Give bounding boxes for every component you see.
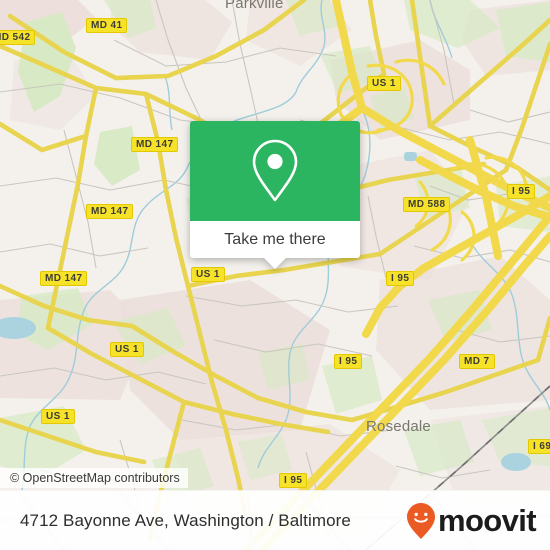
shield-md-588[interactable]: MD 588: [403, 197, 451, 212]
map-screenshot: Parkville Rosedale MD 542 MD 41 US 1 MD …: [0, 0, 550, 550]
shield-i-95-bottom[interactable]: I 95: [279, 473, 308, 488]
shield-us-1-top[interactable]: US 1: [367, 76, 401, 91]
shield-md-147-b[interactable]: MD 147: [86, 204, 134, 219]
footer-bar: 4712 Bayonne Ave, Washington / Baltimore…: [0, 490, 550, 550]
place-label-parkville: Parkville: [225, 0, 284, 12]
shield-i-695[interactable]: I 695: [528, 439, 550, 454]
address-label: 4712 Bayonne Ave, Washington / Baltimore: [20, 510, 351, 530]
popup-header: [190, 121, 360, 221]
shield-md-147-a[interactable]: MD 147: [131, 137, 179, 152]
moovit-wordmark: moovit: [437, 503, 537, 538]
popup-pointer-tail: [264, 258, 286, 269]
take-me-there-label: Take me there: [224, 230, 326, 248]
shield-us-1-mid[interactable]: US 1: [191, 267, 225, 282]
map-pin-icon: [252, 139, 298, 202]
shield-i-95-east[interactable]: I 95: [507, 184, 536, 199]
shield-us-1-lower[interactable]: US 1: [110, 342, 144, 357]
shield-md-41[interactable]: MD 41: [86, 18, 128, 33]
moovit-smiley-pin-icon: [406, 502, 435, 539]
shield-md-542[interactable]: MD 542: [0, 30, 36, 45]
moovit-logo[interactable]: moovit: [406, 502, 537, 540]
place-label-rosedale: Rosedale: [366, 418, 431, 435]
shield-i-95-rosedale[interactable]: I 95: [334, 354, 363, 369]
shield-md-7[interactable]: MD 7: [459, 354, 495, 369]
destination-popup[interactable]: Take me there: [190, 121, 360, 269]
shield-us-1-bottom[interactable]: US 1: [41, 409, 75, 424]
shield-md-147-c[interactable]: MD 147: [40, 271, 88, 286]
shield-i-95-mid[interactable]: I 95: [386, 271, 415, 286]
popup-action-bar[interactable]: Take me there: [190, 221, 360, 269]
osm-attribution[interactable]: © OpenStreetMap contributors: [0, 468, 188, 488]
